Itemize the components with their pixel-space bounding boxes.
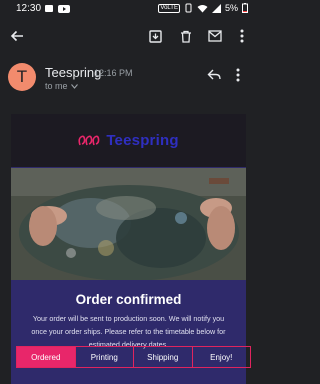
archive-icon[interactable] — [147, 28, 163, 44]
email-body: Teespring Order confirmed Your order wil… — [11, 114, 246, 384]
chevron-down-icon — [70, 83, 78, 89]
battery-percent: 5% — [224, 3, 238, 13]
hero-image — [11, 168, 246, 280]
mark-unread-icon[interactable] — [207, 28, 223, 44]
reply-icon[interactable] — [207, 68, 221, 86]
step-shipping: Shipping — [134, 347, 193, 367]
back-arrow-icon[interactable] — [9, 28, 25, 44]
recipient-label: to me — [45, 81, 68, 91]
sender-header: T Teespring 12:16 PM to me — [0, 62, 256, 96]
battery-icon — [242, 3, 248, 13]
step-printing: Printing — [76, 347, 134, 367]
step-ordered: Ordered — [17, 347, 76, 367]
notification-icons — [44, 4, 70, 14]
status-time: 12:30 — [16, 3, 42, 14]
order-title: Order confirmed — [75, 292, 182, 307]
brand-header: Teespring — [11, 114, 246, 167]
order-progress-steps: Ordered Printing Shipping Enjoy! — [16, 346, 251, 368]
sender-name[interactable]: Teespring — [45, 65, 101, 80]
sender-avatar[interactable]: T — [8, 63, 36, 91]
more-options-icon[interactable] — [234, 28, 250, 44]
step-enjoy: Enjoy! — [210, 352, 233, 362]
volte-badge: VoLTE — [158, 3, 180, 13]
message-time: 12:16 PM — [94, 68, 133, 78]
recipient-details[interactable]: to me — [45, 81, 78, 91]
youtube-icon — [58, 5, 70, 13]
status-bar: 12:30 VoLTE 5% — [0, 0, 256, 20]
delete-icon[interactable] — [178, 28, 194, 44]
brand-name: Teespring — [106, 132, 179, 149]
message-more-icon[interactable] — [236, 68, 240, 87]
status-right: VoLTE 5% — [158, 3, 248, 13]
vibrate-icon — [185, 3, 192, 13]
signal-icon — [211, 3, 221, 13]
message-icon — [45, 5, 53, 12]
wifi-icon — [197, 4, 208, 12]
brand-logo-icon — [78, 135, 100, 145]
email-toolbar — [0, 22, 256, 50]
